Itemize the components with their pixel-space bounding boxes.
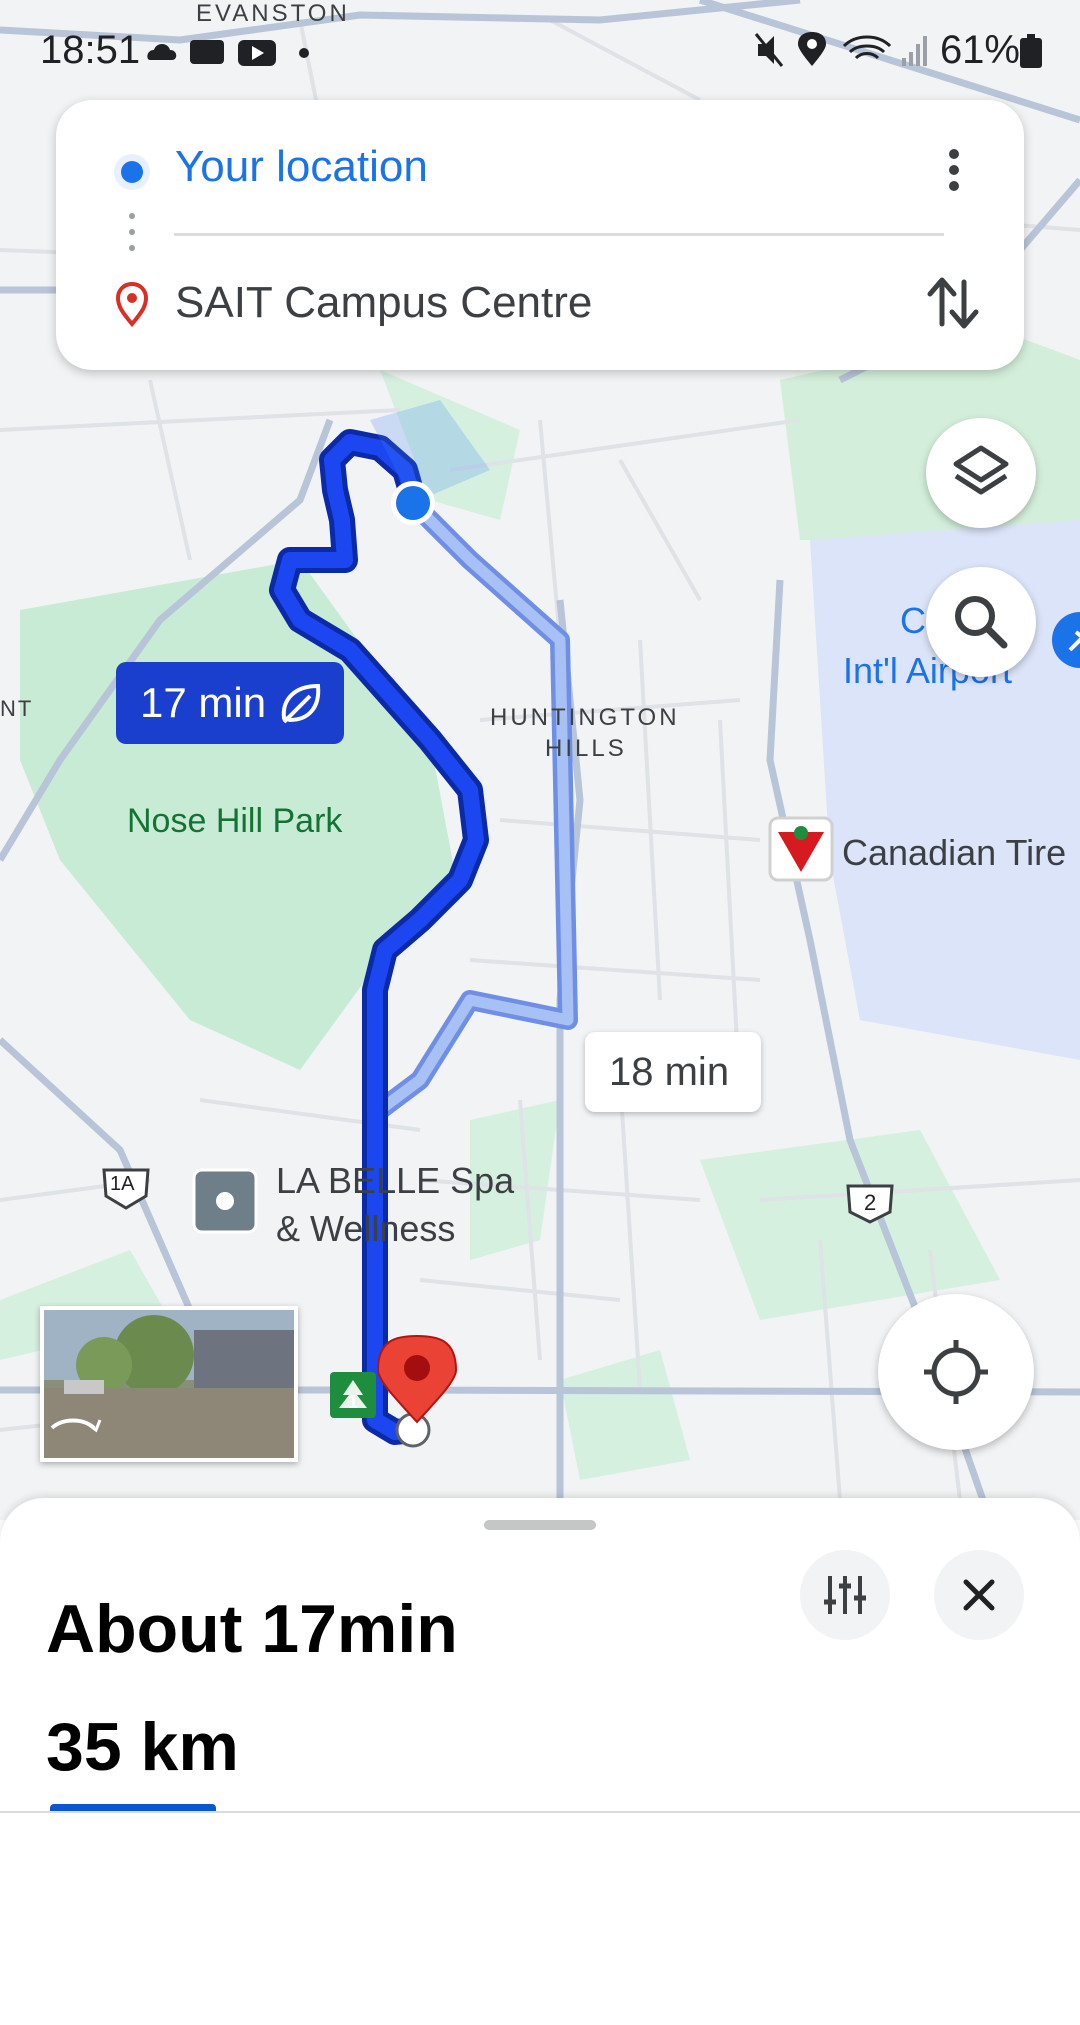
map-label-nt: NT (0, 696, 34, 721)
highway-1a-label: 1A (110, 1173, 135, 1195)
close-button[interactable] (934, 1550, 1024, 1640)
map-label-canadian-tire[interactable]: Canadian Tire (842, 832, 1066, 874)
status-battery: 61% (939, 28, 1020, 72)
card-divider (174, 233, 944, 236)
tab-divider (0, 1811, 1080, 1813)
layers-icon (953, 445, 1009, 495)
recenter-button[interactable] (878, 1294, 1034, 1450)
my-location-icon (924, 1340, 988, 1404)
directions-card: Your location SAIT Campus Centre (56, 100, 1024, 370)
destination-field[interactable]: SAIT Campus Centre (175, 278, 592, 328)
highway-1-label: 1 (348, 1392, 359, 1412)
map-label-hills: HILLS (545, 735, 627, 762)
layers-button[interactable] (926, 418, 1036, 528)
trip-distance: 35 km (46, 1709, 239, 1785)
route-time-text: 17 min (140, 679, 267, 726)
route-summary-sheet[interactable]: About 17min 35 km (0, 1498, 1080, 2025)
street-view-thumbnail[interactable] (40, 1306, 298, 1462)
sheet-drag-handle[interactable] (484, 1520, 596, 1530)
route-time-pill[interactable]: 17 min (116, 662, 344, 744)
system-icons (754, 32, 927, 67)
search-icon (955, 596, 1008, 649)
map-label-la-belle[interactable]: LA BELLE Spa (276, 1160, 514, 1202)
tune-icon (824, 1576, 866, 1614)
map-label-nose-hill-park[interactable]: Nose Hill Park (127, 802, 342, 841)
origin-dot-icon (114, 154, 150, 190)
alt-route-time-pill[interactable]: 18 min (585, 1032, 761, 1112)
route-options-button[interactable] (800, 1550, 890, 1640)
current-location-dot (396, 486, 430, 520)
map-label-la-belle-2[interactable]: & Wellness (276, 1208, 455, 1250)
status-bar: 18:51 61% (0, 0, 1080, 100)
trip-duration: About 17min (46, 1591, 458, 1667)
map-label-airport-c[interactable]: C (900, 600, 926, 642)
search-along-route-button[interactable] (926, 567, 1036, 677)
swap-icon[interactable] (918, 268, 988, 338)
airport-icon[interactable] (1050, 610, 1080, 670)
destination-pin-icon (115, 281, 149, 328)
highway-2-label: 2 (864, 1190, 877, 1215)
eco-leaf-icon (281, 683, 321, 724)
status-time: 18:51 (40, 28, 141, 72)
origin-field[interactable]: Your location (175, 142, 428, 192)
more-options-icon[interactable] (936, 140, 972, 200)
alt-route-time-text: 18 min (609, 1050, 730, 1094)
map-label-huntington: HUNTINGTON (490, 704, 680, 731)
street-view-image (44, 1310, 294, 1458)
route-dots-icon (129, 213, 135, 251)
battery-icon (1020, 34, 1042, 68)
close-icon (963, 1579, 995, 1611)
notification-icons (147, 40, 309, 66)
